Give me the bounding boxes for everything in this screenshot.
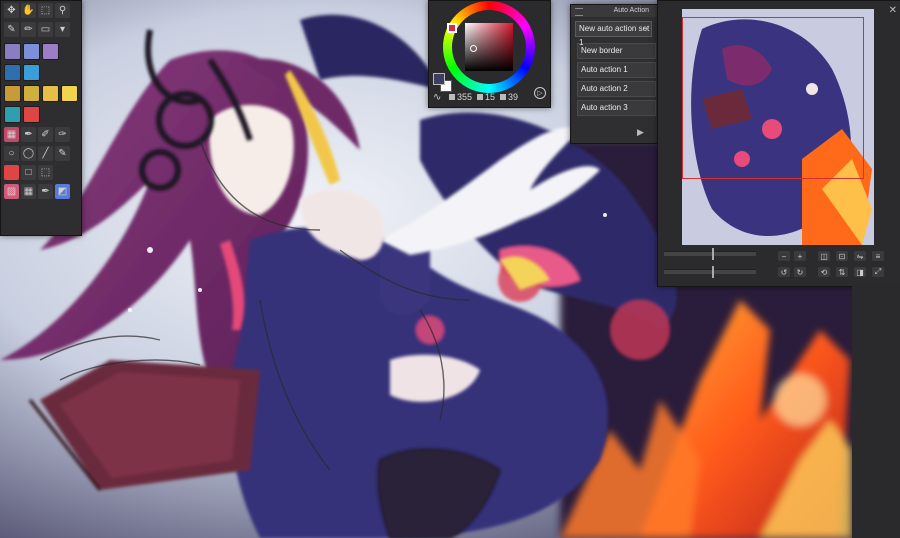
main-color-tool-icon[interactable] — [4, 165, 19, 180]
tool-palette: ✥ ✋ ⬚ ⚲ ✎ ✏ ▭ ▾ ▦ ✒ ✐ ✑ ○ ◯ ╱ ✎ □ ⬚ ▨ ▦ … — [0, 0, 82, 236]
hand-tool-icon[interactable]: ✋ — [21, 3, 36, 18]
value-value[interactable]: 39 — [508, 92, 518, 102]
navigator-rotate-slider[interactable] — [664, 266, 756, 278]
actual-size-icon[interactable]: ⊡ — [836, 251, 848, 261]
pen-tool-icon[interactable]: ✐ — [38, 127, 53, 142]
ruler-tool-icon[interactable]: ✎ — [55, 146, 70, 161]
gradient-tool-icon[interactable]: ▨ — [4, 184, 19, 199]
blend-tool-icon[interactable]: ◩ — [55, 184, 70, 199]
pencil-tool-icon[interactable]: ✏ — [21, 22, 36, 37]
color-wheel[interactable] — [443, 1, 535, 93]
color-swatch-2[interactable] — [23, 43, 40, 60]
fit-view-icon[interactable]: ◫ — [818, 251, 830, 261]
color-swatch-7[interactable] — [23, 85, 40, 102]
hsv-readout: 355 15 39 — [449, 92, 518, 102]
layer-tool-icon[interactable]: ▦ — [4, 127, 19, 142]
navigator-preview[interactable] — [682, 9, 874, 245]
auto-action-set-select[interactable]: New auto action set 1 ⌵ — [575, 21, 652, 47]
expand-icon[interactable]: ⤢ — [872, 267, 884, 277]
rotate-slider-handle[interactable] — [712, 266, 714, 278]
flip-horizontal-icon[interactable]: ⇋ — [854, 251, 866, 261]
panel-grip-icon[interactable] — [575, 8, 583, 16]
color-swatch-1[interactable] — [4, 43, 21, 60]
main-color-swatch[interactable] — [433, 73, 445, 85]
rotate-right-icon[interactable]: ↻ — [794, 267, 806, 277]
auto-action-item[interactable]: Auto action 3 — [577, 100, 656, 116]
hue-icon — [449, 94, 455, 100]
color-swatch-4[interactable] — [4, 64, 21, 81]
hue-marker[interactable] — [447, 23, 457, 33]
mirror-icon[interactable]: ◨ — [854, 267, 866, 277]
saturation-icon — [477, 94, 484, 100]
dropper-tool-icon[interactable]: ✒ — [21, 127, 36, 142]
zoom-in-icon[interactable]: + — [794, 251, 806, 261]
color-swatch-3[interactable] — [42, 43, 59, 60]
zoom-tool-icon[interactable]: ⚲ — [55, 3, 70, 18]
navigator-zoom-slider[interactable] — [664, 248, 756, 260]
auto-action-title: Auto Action — [613, 7, 649, 14]
color-swatch-6[interactable] — [4, 85, 21, 102]
navigator-panel: ✕ − + ◫ ⊡ ⇋ ≡ ↺ ↻ ⟲ ⇅ ◨ ⤢ — [657, 0, 900, 287]
play-icon[interactable]: ▶ — [637, 127, 644, 138]
rectangle-tool-icon[interactable]: □ — [21, 165, 36, 180]
rotate-left-icon[interactable]: ↺ — [778, 267, 790, 277]
auto-action-item[interactable]: Auto action 2 — [577, 81, 656, 97]
color-swatch-5[interactable] — [23, 64, 40, 81]
line-tool-icon[interactable]: ╱ — [38, 146, 53, 161]
chevron-down-icon: ⌵ — [643, 25, 649, 32]
move-tool-icon[interactable]: ✥ — [4, 3, 19, 18]
zoom-out-icon[interactable]: − — [778, 251, 790, 261]
flip-vertical-icon[interactable]: ⇅ — [836, 267, 848, 277]
close-icon[interactable]: ✕ — [889, 5, 897, 16]
color-wheel-panel: ∿ 355 15 39 ▷ — [428, 0, 551, 108]
saturation-value[interactable]: 15 — [485, 92, 495, 102]
color-swatch-11[interactable] — [23, 106, 40, 123]
auto-action-item[interactable]: Auto action 1 — [577, 62, 656, 78]
right-dock-strip — [852, 285, 900, 538]
hue-value[interactable]: 355 — [457, 92, 472, 102]
wave-icon[interactable]: ∿ — [433, 92, 441, 103]
zoom-slider-handle[interactable] — [712, 248, 714, 260]
color-swatch-10[interactable] — [4, 106, 21, 123]
auto-action-item[interactable]: New border — [577, 43, 656, 59]
circle-tool-icon[interactable]: ◯ — [21, 146, 36, 161]
marquee-tool-icon[interactable]: ⬚ — [38, 165, 53, 180]
auto-action-header[interactable]: Auto Action — [571, 5, 657, 17]
navigator-view-frame[interactable] — [682, 17, 864, 179]
inking-tool-icon[interactable]: ✒ — [38, 184, 53, 199]
color-picker-cursor[interactable] — [470, 45, 477, 52]
eraser-tool-icon[interactable]: ▭ — [38, 22, 53, 37]
marker-tool-icon[interactable]: ✑ — [55, 127, 70, 142]
select-tool-icon[interactable]: ⬚ — [38, 3, 53, 18]
auto-action-panel: Auto Action New auto action set 1 ⌵ New … — [570, 4, 658, 144]
color-settings-icon[interactable]: ▷ — [534, 87, 546, 99]
grid-tool-icon[interactable]: ▦ — [21, 184, 36, 199]
reset-rotation-icon[interactable]: ⟲ — [818, 267, 830, 277]
ellipse-tool-icon[interactable]: ○ — [4, 146, 19, 161]
color-swatch-8[interactable] — [42, 85, 59, 102]
brush-tool-icon[interactable]: ✎ — [4, 22, 19, 37]
color-swatch-9[interactable] — [61, 85, 78, 102]
fill-tool-icon[interactable]: ▾ — [55, 22, 70, 37]
navigator-menu-icon[interactable]: ≡ — [872, 251, 884, 261]
value-icon — [500, 94, 507, 100]
